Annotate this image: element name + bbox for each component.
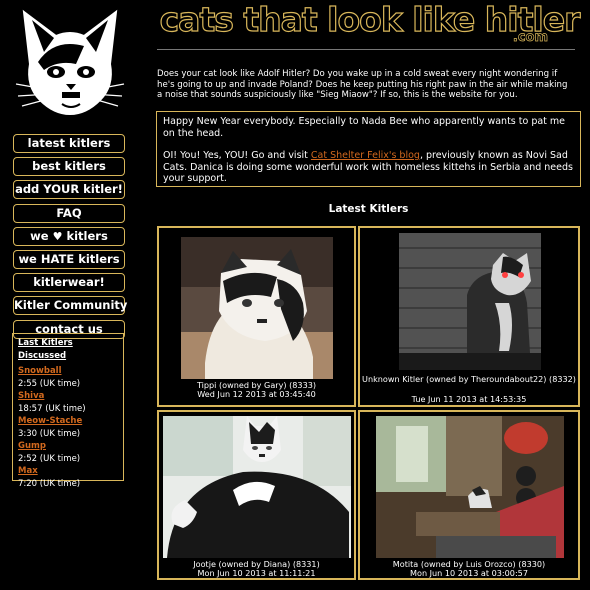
kitler-card[interactable]: Jootje (owned by Diana) (8331) Mon Jun 1… (157, 410, 356, 580)
nav-kitler-community[interactable]: Kitler Community (13, 296, 128, 316)
cat-photo[interactable] (181, 237, 333, 379)
main-nav: latest kitlers best kitlers add YOUR kit… (13, 134, 128, 343)
cat-photo[interactable] (376, 416, 564, 558)
nav-label: kitlerwear! (33, 275, 105, 290)
site-title-suffix: .com (512, 30, 549, 46)
card-date: Tue Jun 11 2013 at 14:53:35 (411, 394, 527, 404)
kitler-card[interactable]: Unknown Kitler (owned by Theroundabout22… (358, 226, 580, 407)
recent-time: 2:55 (UK time) (18, 378, 81, 389)
header-divider (157, 49, 575, 50)
card-date: Mon Jun 10 2013 at 11:11:21 (197, 568, 316, 578)
recent-time: 2:52 (UK time) (18, 453, 81, 464)
card-date: Mon Jun 10 2013 at 03:00:57 (410, 568, 528, 578)
nav-label: best kitlers (32, 159, 106, 174)
news-line: OI! You! Yes, YOU! Go and visit Cat Shel… (163, 150, 574, 185)
news-line: Happy New Year everybody. Especially to … (163, 116, 566, 139)
nav-label: latest kitlers (27, 136, 111, 150)
cat-photo[interactable] (163, 416, 351, 558)
recent-time: 18:57 (UK time) (18, 403, 86, 414)
nav-label: we HATE kitlers (18, 251, 120, 266)
card-date: Wed Jun 12 2013 at 03:45:40 (197, 389, 316, 399)
recent-time: 3:30 (UK time) (18, 428, 81, 439)
news-box: Happy New Year everybody. Especially to … (156, 111, 581, 187)
card-caption: Unknown Kitler (owned by Theroundabout22… (362, 374, 576, 384)
nav-label: FAQ (56, 205, 82, 220)
recent-kitler-link[interactable]: Snowball (18, 366, 62, 376)
list-item: Meow-Stache 3:30 (UK time) (18, 415, 118, 440)
heart-icon: ♥ (52, 229, 63, 243)
nav-latest-kitlers[interactable]: latest kitlers (13, 134, 125, 153)
latest-kitlers-heading: Latest Kitlers (328, 203, 409, 215)
recent-kitler-link[interactable]: Meow-Stache (18, 416, 82, 426)
list-item: Snowball 2:55 (UK time) (18, 365, 118, 390)
nav-label: Kitler Community (14, 298, 128, 313)
cat-photo[interactable] (399, 233, 541, 370)
nav-kitlerwear[interactable]: kitlerwear! (13, 273, 125, 293)
site-header: cats that look like hitler .com (157, 1, 582, 45)
news-text: OI! You! Yes, YOU! Go and visit (163, 150, 311, 161)
nav-best-kitlers[interactable]: best kitlers (13, 157, 125, 177)
intro-text: Does your cat look like Adolf Hitler? Do… (157, 69, 568, 100)
nav-we-hate-kitlers[interactable]: we HATE kitlers (13, 249, 125, 269)
list-item: Shiva 18:57 (UK time) (18, 390, 118, 415)
list-item: Max 7:20 (UK time) (18, 465, 118, 490)
recent-title[interactable]: Last Kitlers Discussed (18, 337, 118, 362)
last-kitlers-discussed: Last Kitlers Discussed Snowball 2:55 (UK … (12, 333, 124, 489)
nav-add-kitler[interactable]: add YOUR kitler! (13, 180, 125, 200)
site-logo[interactable] (14, 6, 126, 118)
kitler-card[interactable]: Motita (owned by Luis Orozco) (8330) Mon… (358, 410, 580, 580)
recent-kitler-link[interactable]: Max (18, 466, 38, 476)
nav-label-suffix: kitlers (62, 228, 108, 243)
nav-faq[interactable]: FAQ (13, 203, 125, 223)
recent-time: 7:20 (UK time) (18, 478, 81, 489)
cat-shelter-felix-link[interactable]: Cat Shelter Felix's blog (311, 150, 420, 161)
recent-kitler-link[interactable]: Shiva (18, 391, 44, 401)
list-item: Gump 2:52 (UK time) (18, 440, 118, 465)
kitler-card[interactable]: Tippi (owned by Gary) (8333) Wed Jun 12 … (157, 226, 356, 407)
cat-logo-icon (15, 9, 125, 116)
recent-kitler-link[interactable]: Gump (18, 441, 46, 451)
nav-we-love-kitlers[interactable]: we ♥ kitlers (13, 226, 125, 246)
nav-label: we (30, 228, 53, 243)
nav-label: add YOUR kitler! (15, 182, 123, 197)
